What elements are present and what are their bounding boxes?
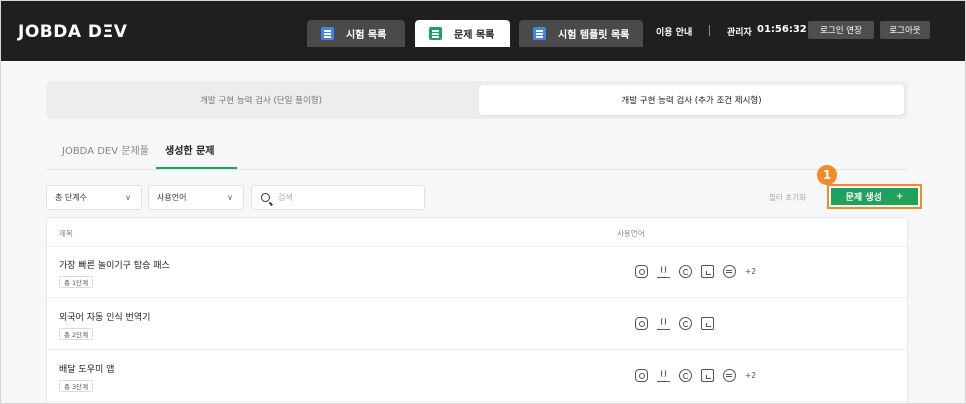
java-icon bbox=[657, 369, 670, 382]
tab-exam-list[interactable]: 시험 목록 bbox=[307, 20, 405, 47]
csharp-icon bbox=[723, 265, 736, 278]
step-count-chip: 총 2단계 bbox=[59, 328, 94, 340]
tab-exam-list-label: 시험 목록 bbox=[346, 30, 387, 41]
java-icon bbox=[657, 265, 670, 278]
problem-title: 외국어 자동 인식 번역기 bbox=[59, 313, 151, 323]
javascript-icon bbox=[701, 317, 714, 330]
app-window: JOBDA DΞV 시험 목록 문제 목록 시험 템플릿 목록 이용 안내 관리… bbox=[0, 0, 966, 404]
tab-template-list-label: 시험 템플릿 목록 bbox=[558, 30, 630, 41]
javascript-icon bbox=[701, 265, 714, 278]
exam-list-icon bbox=[321, 27, 334, 40]
tab-problem-list[interactable]: 문제 목록 bbox=[415, 20, 510, 47]
step-number-badge: 1 bbox=[817, 165, 837, 185]
tab-divider bbox=[46, 169, 908, 170]
python-icon bbox=[635, 317, 648, 330]
language-filter-value: 사용언어 bbox=[157, 193, 187, 202]
create-problem-button[interactable]: 문제 생성 + bbox=[831, 188, 918, 205]
admin-label: 관리자 bbox=[727, 28, 752, 38]
header-divider bbox=[709, 25, 710, 36]
template-list-icon bbox=[533, 27, 546, 40]
plus-icon: + bbox=[895, 191, 904, 202]
problem-list-icon bbox=[429, 27, 442, 40]
cpp-icon bbox=[679, 265, 692, 278]
step-count-chip: 총 3단계 bbox=[59, 380, 94, 392]
table-row[interactable]: 외국어 자동 인식 번역기 총 2단계 bbox=[47, 299, 907, 350]
logout-button[interactable]: 로그아웃 bbox=[880, 21, 930, 39]
cpp-icon bbox=[679, 317, 692, 330]
tab-template-list[interactable]: 시험 템플릿 목록 bbox=[519, 20, 643, 47]
top-header: JOBDA DΞV 시험 목록 문제 목록 시험 템플릿 목록 이용 안내 관리… bbox=[1, 1, 965, 61]
column-title: 제목 bbox=[59, 229, 73, 238]
java-icon bbox=[657, 317, 670, 330]
steps-filter-value: 총 단계수 bbox=[55, 193, 87, 202]
python-icon bbox=[635, 369, 648, 382]
language-icons bbox=[635, 317, 714, 330]
exam-type-additional[interactable]: 개발 구현 능력 검사 (추가 조건 제시형) bbox=[479, 85, 904, 115]
search-input[interactable] bbox=[278, 193, 418, 202]
problem-title: 배달 도우미 앱 bbox=[59, 365, 115, 375]
chevron-down-icon: ∨ bbox=[125, 193, 131, 202]
search-icon bbox=[261, 193, 270, 202]
language-icons: +2 bbox=[635, 265, 756, 278]
language-filter-select[interactable]: 사용언어 ∨ bbox=[148, 185, 244, 210]
tab-created-problems[interactable]: 생성한 문제 bbox=[165, 142, 214, 157]
create-button-highlight: 문제 생성 + bbox=[827, 184, 922, 209]
problem-table: 제목 사용언어 가장 빠른 놀이기구 탑승 패스 총 1단계 +2 외국어 자동… bbox=[46, 217, 908, 403]
table-row[interactable]: 배달 도우미 앱 총 3단계 +2 bbox=[47, 351, 907, 402]
extend-login-button[interactable]: 로그인 연장 bbox=[808, 21, 874, 39]
problem-title: 가장 빠른 놀이기구 탑승 패스 bbox=[59, 261, 170, 271]
usage-guide-link[interactable]: 이용 안내 bbox=[656, 25, 692, 38]
python-icon bbox=[635, 265, 648, 278]
javascript-icon bbox=[701, 369, 714, 382]
column-language: 사용언어 bbox=[617, 229, 645, 238]
cpp-icon bbox=[679, 369, 692, 382]
exam-type-single[interactable]: 개발 구현 능력 검사 (단일 풀이형) bbox=[46, 81, 476, 119]
exam-type-toggle: 개발 구현 능력 검사 (단일 풀이형) 개발 구현 능력 검사 (추가 조건 … bbox=[46, 81, 908, 119]
jobda-dev-logo[interactable]: JOBDA DΞV bbox=[18, 22, 127, 42]
tab-jobda-pool[interactable]: JOBDA DEV 문제풀 bbox=[62, 142, 149, 157]
create-problem-label: 문제 생성 bbox=[845, 193, 882, 203]
session-timer: 01:56:32 bbox=[757, 24, 807, 35]
reset-filters-button[interactable]: 필터 초기화 bbox=[769, 192, 806, 203]
search-box bbox=[251, 185, 425, 210]
more-languages-count: +2 bbox=[745, 371, 757, 380]
table-row[interactable]: 가장 빠른 놀이기구 탑승 패스 총 1단계 +2 bbox=[47, 247, 907, 298]
csharp-icon bbox=[723, 369, 736, 382]
step-count-chip: 총 1단계 bbox=[59, 276, 94, 288]
tab-problem-list-label: 문제 목록 bbox=[454, 30, 495, 41]
language-icons: +2 bbox=[635, 369, 756, 382]
steps-filter-select[interactable]: 총 단계수 ∨ bbox=[46, 185, 142, 210]
chevron-down-icon: ∨ bbox=[227, 193, 233, 202]
more-languages-count: +2 bbox=[745, 267, 757, 276]
table-header: 제목 사용언어 bbox=[47, 218, 907, 247]
